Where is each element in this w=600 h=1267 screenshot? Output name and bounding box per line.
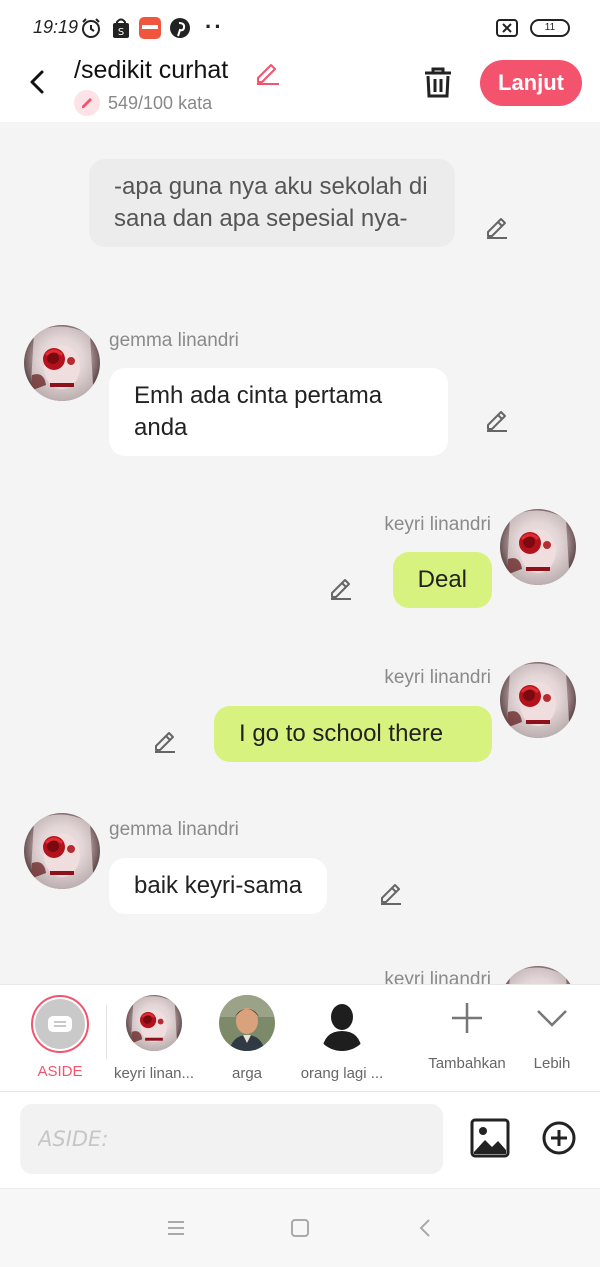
aside-input[interactable]: [20, 1104, 443, 1174]
add-label: Tambahkan: [428, 1055, 506, 1072]
aside-selected-ring: [31, 995, 89, 1053]
sender-name: keyri linandri: [384, 667, 491, 688]
pencil-icon: [74, 90, 100, 116]
more-button[interactable]: Lebih: [524, 995, 580, 1072]
divider: [106, 1005, 107, 1059]
character-selector: ASIDE keyri linan... arga orang lagi ...…: [0, 984, 600, 1092]
story-title[interactable]: /sedikit curhat: [74, 56, 228, 85]
square-icon[interactable]: [289, 1217, 311, 1239]
more-notifications-icon: ··: [205, 14, 224, 39]
plus-circle-icon[interactable]: [541, 1120, 577, 1156]
status-bar: 19:19 S ·· 11: [0, 0, 600, 56]
sender-name: keyri linandri: [384, 514, 491, 535]
character-orang-lagi[interactable]: orang lagi ...: [294, 995, 390, 1082]
avatar-keyri: [126, 995, 182, 1051]
message-bubble-right[interactable]: Deal: [392, 552, 492, 608]
word-count-text: 549/100 kata: [108, 92, 213, 113]
pencil-icon[interactable]: [151, 726, 179, 754]
pencil-icon[interactable]: [483, 212, 511, 240]
sender-name: keyri linandri: [384, 969, 491, 984]
avatar-keyri[interactable]: [500, 966, 576, 984]
character-label: keyri linan...: [113, 1065, 195, 1082]
character-keyri[interactable]: keyri linan...: [112, 995, 196, 1082]
next-button[interactable]: Lanjut: [480, 60, 582, 106]
image-icon[interactable]: [470, 1118, 510, 1158]
system-nav-bar: [0, 1188, 600, 1267]
chat-area[interactable]: -apa guna nya aku sekolah di sana dan ap…: [0, 122, 600, 984]
shopping-bag-icon: S: [113, 18, 129, 38]
avatar-silhouette: [314, 995, 370, 1051]
chevron-down-icon: [537, 1010, 567, 1027]
back-chevron-left-icon[interactable]: [22, 64, 52, 100]
sim-off-icon: [496, 19, 518, 37]
input-bar: [0, 1092, 600, 1188]
alarm-icon: [82, 18, 100, 38]
avatar-gemma[interactable]: [24, 813, 100, 889]
trash-icon[interactable]: [421, 64, 455, 100]
sender-name: gemma linandri: [109, 819, 239, 840]
battery-icon: 11: [530, 19, 570, 37]
plus-icon: [452, 1003, 482, 1033]
editor-header: /sedikit curhat 549/100 kata Lanjut: [0, 56, 600, 122]
message-bubble-right[interactable]: I go to school there: [214, 706, 492, 762]
pencil-icon[interactable]: [327, 573, 355, 601]
nav-back-icon[interactable]: [415, 1217, 437, 1239]
menu-icon[interactable]: [165, 1217, 187, 1239]
manga-app-icon: [139, 17, 161, 39]
message-bubble-left[interactable]: Emh ada cinta pertama anda: [109, 368, 448, 456]
avatar-arga: [219, 995, 275, 1051]
character-arga[interactable]: arga: [205, 995, 289, 1082]
character-label: ASIDE: [37, 1063, 83, 1080]
pencil-icon[interactable]: [483, 405, 511, 433]
svg-text:S: S: [118, 27, 124, 38]
character-label: arga: [231, 1065, 263, 1082]
aside-bubble-icon: [35, 999, 85, 1049]
character-aside[interactable]: ASIDE: [30, 995, 90, 1080]
avatar-keyri[interactable]: [500, 662, 576, 738]
sender-name: gemma linandri: [109, 330, 239, 351]
pinterest-icon: [170, 18, 190, 38]
avatar-gemma[interactable]: [24, 325, 100, 401]
title-pencil-icon[interactable]: [253, 58, 281, 86]
character-label: orang lagi ...: [300, 1065, 384, 1082]
avatar-keyri[interactable]: [500, 509, 576, 585]
pencil-icon[interactable]: [377, 878, 405, 906]
narration-bubble[interactable]: -apa guna nya aku sekolah di sana dan ap…: [89, 159, 455, 247]
message-bubble-left[interactable]: baik keyri-sama: [109, 858, 328, 914]
status-time: 19:19: [33, 17, 79, 37]
word-count: 549/100 kata: [74, 90, 212, 116]
more-label: Lebih: [533, 1055, 571, 1072]
add-character-button[interactable]: Tambahkan: [422, 995, 512, 1072]
